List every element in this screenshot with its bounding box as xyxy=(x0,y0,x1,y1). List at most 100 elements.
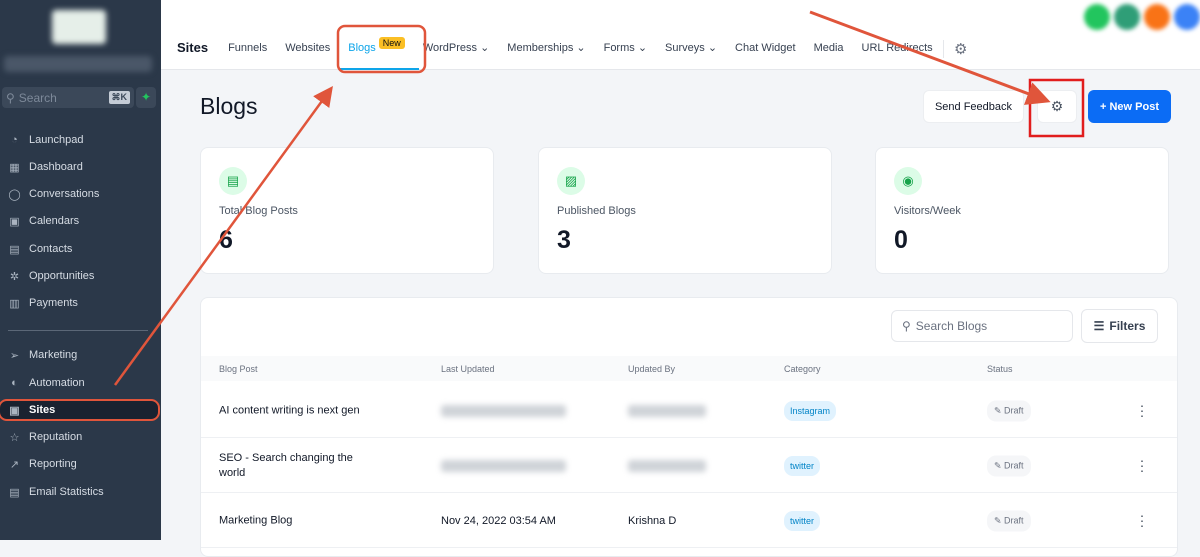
updated-by-redacted xyxy=(628,459,706,472)
email-statistics-icon: ▤ xyxy=(9,486,20,499)
sidebar: ⚲ Search ⌘K ✦ ◔ Launchpad ▦ Dashboard ◯ Convers… xyxy=(0,0,161,540)
active-tab-indicator xyxy=(340,67,419,70)
pencil-icon: ✎ xyxy=(994,515,1005,525)
account-switcher[interactable] xyxy=(4,56,152,72)
send-feedback-button[interactable]: Send Feedback xyxy=(923,90,1024,123)
gear-icon: ⚙ xyxy=(1050,98,1064,114)
category-pill: twitter xyxy=(784,510,821,531)
filters-button[interactable]: ☰ Filters xyxy=(1081,309,1158,343)
quick-action-icon[interactable]: ✦ xyxy=(136,87,156,108)
reputation-icon: ☆ xyxy=(9,431,20,444)
more-options-icon[interactable]: ⋮ xyxy=(1135,512,1149,529)
opportunities-icon: ✲ xyxy=(9,270,20,283)
table-row[interactable]: AI content writing is next gen Instagram ✎… xyxy=(201,384,1177,438)
calendars-icon: ▣ xyxy=(9,215,20,228)
last-updated-redacted xyxy=(441,459,566,472)
sidebar-item-label: Dashboard xyxy=(29,161,83,173)
sidebar-item-contacts[interactable]: ▤ Contacts xyxy=(0,238,161,260)
sidebar-item-dashboard[interactable]: ▦ Dashboard xyxy=(0,156,161,178)
stat-icon: ▨ xyxy=(557,167,585,195)
sidebar-item-calendars[interactable]: ▣ Calendars xyxy=(0,210,161,232)
stat-card: ◉ Visitors/Week 0 xyxy=(875,147,1169,274)
status-badge: ✎ Draft xyxy=(987,455,1031,476)
company-logo[interactable] xyxy=(52,10,106,44)
top-nav: Sites Funnels Websites Blogs New WordPress ⌄… xyxy=(161,0,1200,70)
tab-label: Chat Widget xyxy=(735,41,796,54)
column-header: Blog Post xyxy=(219,363,258,374)
table-row[interactable]: SEO - Search changing the world twitter ✎ … xyxy=(201,439,1177,493)
stat-icon: ▤ xyxy=(219,167,247,195)
tab-chat-widget[interactable]: Chat Widget xyxy=(735,42,796,54)
sidebar-item-label: Reputation xyxy=(29,431,83,443)
sidebar-item-payments[interactable]: ▥ Payments xyxy=(0,292,161,314)
new-badge: New xyxy=(378,36,405,49)
sidebar-item-label: Reporting xyxy=(29,458,77,470)
more-options-icon[interactable]: ⋮ xyxy=(1135,457,1149,474)
tab-label: Media xyxy=(813,41,844,54)
launchpad-icon: ◔ xyxy=(11,134,18,146)
sidebar-divider xyxy=(8,330,148,331)
tab-media[interactable]: Media xyxy=(814,42,844,54)
sidebar-item-label: Launchpad xyxy=(29,134,84,146)
sidebar-item-marketing[interactable]: ➢ Marketing xyxy=(0,344,161,366)
user-avatars[interactable] xyxy=(1084,4,1200,30)
search-icon: ⚲ xyxy=(902,319,911,333)
sidebar-item-label: Sites xyxy=(29,404,56,416)
pencil-icon: ✎ xyxy=(994,405,1005,415)
column-header: Updated By xyxy=(628,363,676,374)
status-badge: ✎ Draft xyxy=(987,510,1031,531)
sidebar-item-label: Payments xyxy=(29,297,78,309)
column-header: Last Updated xyxy=(441,363,495,374)
sidebar-item-opportunities[interactable]: ✲ Opportunities xyxy=(0,265,161,287)
stat-value: 3 xyxy=(557,226,571,254)
page-title: Blogs xyxy=(200,93,258,119)
tab-memberships[interactable]: Memberships ⌄ xyxy=(507,41,585,54)
tab-forms[interactable]: Forms ⌄ xyxy=(604,41,647,54)
sidebar-item-reporting[interactable]: ↗ Reporting xyxy=(0,453,161,475)
pencil-icon: ✎ xyxy=(994,460,1005,470)
sidebar-item-automation[interactable]: ◐ Automation xyxy=(0,372,161,394)
reporting-icon: ↗ xyxy=(9,458,20,471)
tab-websites[interactable]: Websites xyxy=(285,42,330,54)
blog-title[interactable]: AI content writing is next gen xyxy=(219,403,369,418)
sidebar-item-sites[interactable]: ▣ Sites xyxy=(0,399,160,421)
tab-wordpress[interactable]: WordPress ⌄ xyxy=(423,41,489,54)
shortcut-hint: ⌘K xyxy=(108,91,130,104)
automation-icon: ◐ xyxy=(11,377,18,389)
section-title: Sites xyxy=(177,40,209,55)
filter-icon: ☰ xyxy=(1093,319,1105,333)
new-post-button[interactable]: + New Post xyxy=(1088,90,1171,123)
sidebar-item-reputation[interactable]: ☆ Reputation xyxy=(0,426,161,448)
dashboard-icon: ▦ xyxy=(9,161,20,174)
sidebar-item-label: Marketing xyxy=(29,349,78,361)
blog-title[interactable]: Marketing Blog xyxy=(219,513,369,528)
sidebar-item-label: Opportunities xyxy=(29,270,95,282)
sidebar-item-label: Conversations xyxy=(29,188,100,200)
marketing-icon: ➢ xyxy=(9,349,20,362)
sidebar-item-launchpad[interactable]: ◔ Launchpad xyxy=(0,129,161,151)
stat-value: 6 xyxy=(219,226,233,254)
sidebar-item-email-statistics[interactable]: ▤ Email Statistics xyxy=(0,481,161,503)
stat-label: Visitors/Week xyxy=(894,205,961,217)
blog-settings-button[interactable]: ⚙ xyxy=(1037,90,1077,123)
tab-url-redirects[interactable]: URL Redirects xyxy=(862,42,933,54)
sidebar-item-label: Email Statistics xyxy=(29,486,104,498)
more-options-icon[interactable]: ⋮ xyxy=(1135,402,1149,419)
tab-label: Blogs xyxy=(348,41,376,54)
tab-blogs[interactable]: Blogs New xyxy=(340,36,419,70)
conversations-icon: ◯ xyxy=(8,188,21,201)
last-updated: Nov 24, 2022 03:54 AM xyxy=(441,514,556,527)
sidebar-item-conversations[interactable]: ◯ Conversations xyxy=(0,183,161,205)
sidebar-search[interactable]: ⚲ Search ⌘K xyxy=(2,87,134,108)
search-blogs-input[interactable]: ⚲ Search Blogs xyxy=(891,310,1073,342)
status-label: Draft xyxy=(1004,515,1024,525)
category-pill: twitter xyxy=(784,455,821,476)
tabs-settings-icon[interactable]: ⚙ xyxy=(943,40,967,58)
blogs-table: ⚲ Search Blogs ☰ Filters Blog Post Last Upd… xyxy=(200,297,1178,557)
tab-label: Websites xyxy=(285,41,331,54)
sidebar-item-label: Automation xyxy=(29,377,85,389)
tab-surveys[interactable]: Surveys ⌄ xyxy=(665,41,717,54)
blog-title[interactable]: SEO - Search changing the world xyxy=(219,451,369,481)
stat-card: ▤ Total Blog Posts 6 xyxy=(200,147,494,274)
tab-funnels[interactable]: Funnels xyxy=(228,42,267,54)
